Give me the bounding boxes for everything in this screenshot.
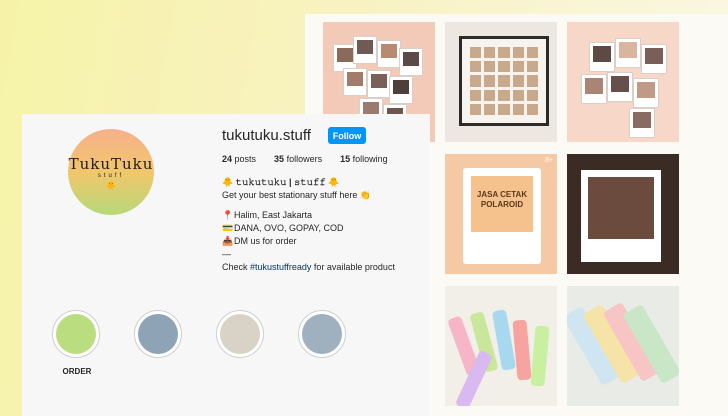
post-thumbnail[interactable] bbox=[567, 22, 679, 142]
bio-separator: — bbox=[222, 249, 231, 259]
stat-count: 15 bbox=[340, 154, 351, 164]
highlight-item[interactable] bbox=[298, 310, 348, 358]
highlight-order[interactable]: ORDER bbox=[52, 310, 102, 376]
new-tag: NEW bbox=[500, 244, 524, 255]
bio: 🐥 𝚝𝚞𝚔𝚞𝚝𝚞𝚔𝚞 | 𝚜𝚝𝚞𝚏𝚏 🐥 Get your best stati… bbox=[222, 176, 422, 274]
bio-order: 📥DM us for order bbox=[222, 236, 297, 246]
profile-stats: 24 posts 35 followers 15 following bbox=[222, 154, 406, 164]
bio-location: 📍Halim, East Jakarta bbox=[222, 210, 313, 220]
stat-label: followers bbox=[286, 154, 323, 164]
stat-followers[interactable]: 35 followers bbox=[274, 154, 322, 164]
carousel-badge: 8+ bbox=[545, 157, 553, 164]
avatar[interactable]: TukuTuku stuff 🐥 bbox=[68, 129, 154, 215]
bio-payments: 💳DANA, OVO, GOPAY, COD bbox=[222, 223, 344, 233]
post-thumbnail[interactable]: JASA CETAK POLAROID NEW 8+ bbox=[445, 154, 557, 274]
pin-icon: 📍 bbox=[222, 210, 234, 220]
bio-tagline: Get your best stationary stuff here 👏 bbox=[222, 190, 372, 200]
stat-count: 35 bbox=[274, 154, 285, 164]
stat-count: 24 bbox=[222, 154, 233, 164]
stat-posts[interactable]: 24 posts bbox=[222, 154, 256, 164]
highlight-item[interactable] bbox=[216, 310, 266, 358]
avatar-subtitle: stuff bbox=[97, 172, 125, 179]
username: tukutuku.stuff bbox=[222, 127, 311, 144]
chick-icon: 🐥 bbox=[106, 180, 116, 190]
post-thumbnail[interactable] bbox=[445, 286, 557, 406]
cetak-title: JASA CETAK POLAROID bbox=[476, 190, 528, 209]
stat-label: following bbox=[352, 154, 388, 164]
avatar-title: TukuTuku bbox=[68, 154, 154, 173]
highlight-label: ORDER bbox=[62, 367, 92, 376]
post-thumbnail[interactable] bbox=[567, 154, 679, 274]
bio-cta: Check #tukustuffready for available prod… bbox=[222, 262, 395, 272]
follow-button[interactable]: Follow bbox=[328, 127, 366, 144]
hashtag-link[interactable]: #tukustuffready bbox=[250, 262, 311, 272]
card-icon: 💳 bbox=[222, 223, 234, 233]
highlight-item[interactable] bbox=[134, 310, 184, 358]
post-thumbnail[interactable] bbox=[567, 286, 679, 406]
bio-name: 🐥 𝚝𝚞𝚔𝚞𝚝𝚞𝚔𝚞 | 𝚜𝚝𝚞𝚏𝚏 🐥 bbox=[222, 177, 340, 187]
profile-card: TukuTuku stuff 🐥 tukutuku.stuff Follow 2… bbox=[22, 114, 430, 416]
stat-following[interactable]: 15 following bbox=[340, 154, 388, 164]
stat-label: posts bbox=[234, 154, 257, 164]
inbox-icon: 📥 bbox=[222, 236, 234, 246]
post-thumbnail[interactable] bbox=[445, 22, 557, 142]
